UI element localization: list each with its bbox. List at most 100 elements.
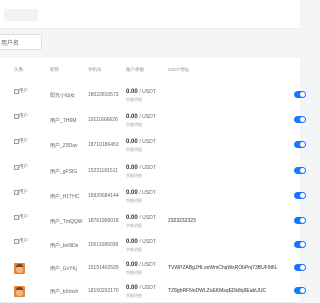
avatar	[14, 286, 25, 297]
balance-detail-link[interactable]: 余额明细	[126, 270, 142, 276]
status-toggle[interactable]	[294, 167, 306, 174]
nickname-cell: 用户_boNDe	[50, 243, 79, 249]
balance-value: 0.00	[126, 285, 138, 291]
table-row: 用户用户_H1THC 15920684144 0.00 / USDT 余额明细	[0, 183, 306, 209]
balance-cell: 0.00 / USDT	[126, 215, 156, 221]
phone-cell: 15511085028	[88, 242, 119, 248]
balance-detail-link[interactable]: 余额明细	[126, 198, 142, 204]
nickname-cell: 用户_Z9Dav	[50, 143, 78, 149]
status-toggle[interactable]	[294, 264, 306, 271]
balance-value: 0.00	[126, 262, 138, 268]
column-header-balance: 账户余额	[126, 67, 144, 72]
table-row: 用户用户_Z9Dav 18710186453 0.00 / USDT 余额明细	[0, 132, 306, 159]
column-header-avatar: 头像	[14, 67, 23, 72]
balance-unit: / USDT	[139, 190, 156, 196]
phone-cell: 18150292170	[88, 288, 119, 294]
balance-detail-link[interactable]: 余额明细	[126, 223, 142, 229]
avatar	[14, 263, 25, 274]
status-toggle[interactable]	[294, 217, 306, 224]
balance-value: 0.00	[126, 190, 138, 196]
nickname-cell: 用户_TmQQW	[50, 219, 83, 225]
balance-value: 0.00	[126, 165, 138, 171]
balance-detail-link[interactable]: 余额明细	[126, 122, 142, 128]
status-toggle[interactable]	[294, 116, 306, 123]
avatar: 用户	[14, 164, 28, 177]
table-row: 用户用户_TmQQW 18761996018 0.00 / USDT 余额明细 2323…	[0, 208, 306, 235]
avatar: 用户	[14, 214, 28, 227]
avatar-alt-text: 用户	[19, 88, 28, 93]
phone-cell: 18761996018	[88, 218, 119, 224]
balance-cell: 0.00 / USDT	[126, 262, 156, 268]
search-username-field[interactable]: 用户名	[0, 34, 42, 50]
table-row: 用户_GvYKj 15151402529 0.00 / USDT 余额明细 TVWPZA…	[0, 256, 306, 281]
avatar-alt-text: 用户	[19, 164, 28, 169]
balance-cell: 0.00 / USDT	[126, 165, 156, 171]
balance-detail-link[interactable]: 余额明细	[126, 173, 142, 179]
table-row: 用户用户_TH6M 19111666626 0.00 / USDT 余额明细	[0, 107, 306, 133]
balance-cell: 0.00 / USDT	[126, 89, 156, 95]
table-row: 用户用户_gFSIG 15231181511 0.00 / USDT 余额明细	[0, 158, 306, 184]
avatar: 用户	[14, 138, 28, 151]
status-toggle[interactable]	[294, 241, 306, 248]
phone-cell: 15151402529	[88, 265, 119, 271]
avatar-alt-text: 用户	[19, 189, 28, 194]
balance-value: 0.00	[126, 239, 138, 245]
balance-unit: / USDT	[139, 239, 156, 245]
balance-cell: 0.00 / USDT	[126, 239, 156, 245]
balance-detail-link[interactable]: 余额明细	[126, 293, 142, 299]
search-username-label: 用户名	[1, 41, 20, 47]
balance-cell: 0.00 / USDT	[126, 139, 156, 145]
avatar-alt-text: 用户	[19, 214, 28, 219]
column-header-phone: 手机号	[88, 67, 102, 72]
balance-unit: / USDT	[139, 262, 156, 268]
status-toggle[interactable]	[294, 192, 306, 199]
balance-unit: / USDT	[139, 215, 156, 221]
usdt-address-cell: TVWPZABgJHLonWmChqWsRObPnj73BUF9t6L	[168, 265, 278, 271]
usdt-address-cell: 2323232323	[168, 218, 196, 224]
balance-unit: / USDT	[139, 89, 156, 95]
balance-cell: 0.00 / USDT	[126, 285, 156, 291]
table-row: 用户阳光小仙女 18022810573 0.00 / USDT 余额明细	[0, 82, 306, 108]
balance-detail-link[interactable]: 余额明细	[126, 147, 142, 153]
balance-detail-link[interactable]: 余额明细	[126, 247, 142, 253]
balance-detail-link[interactable]: 余额明细	[126, 97, 142, 103]
avatar-alt-text: 用户	[19, 138, 28, 143]
top-bar	[0, 0, 300, 29]
balance-cell: 0.00 / USDT	[126, 114, 156, 120]
avatar: 用户	[14, 189, 28, 202]
avatar-alt-text: 用户	[19, 113, 28, 118]
status-toggle[interactable]	[294, 141, 306, 148]
avatar: 用户	[14, 238, 28, 251]
phone-cell: 15920684144	[88, 193, 119, 199]
balance-unit: / USDT	[139, 139, 156, 145]
table-row: 用户 用户_boNDe 15511085028 0.00 / USDT 余额明细	[0, 234, 306, 257]
column-header-nickname: 昵称	[50, 67, 59, 72]
balance-unit: / USDT	[139, 285, 156, 291]
nickname-cell: 用户_GvYKj	[50, 266, 77, 272]
avatar: 用户	[14, 88, 28, 101]
balance-cell: 0.00 / USDT	[126, 190, 156, 196]
column-header-usdt-address: USDT地址	[168, 67, 190, 72]
tab-chip[interactable]	[4, 9, 38, 21]
balance-unit: / USDT	[139, 165, 156, 171]
status-toggle[interactable]	[294, 287, 306, 294]
balance-value: 0.00	[126, 215, 138, 221]
user-table: 头像 昵称 手机号 账户余额 USDT地址 用户 阳光小仙女 18022810573…	[0, 58, 306, 303]
balance-value: 0.00	[126, 89, 138, 95]
balance-value: 0.00	[126, 114, 138, 120]
phone-cell: 18710186453	[88, 142, 119, 148]
usdt-address-cell: TZ8ghRFNnDWLZoEKMsqEDk8q9EabUUC	[168, 288, 267, 294]
phone-cell: 15231181511	[88, 168, 118, 174]
nickname-cell: 用户_gFSIG	[50, 169, 78, 175]
nickname-cell: 阳光小仙女	[50, 93, 76, 99]
nickname-cell: 用户_TH6M	[50, 118, 77, 124]
nickname-cell: 用户_bXmsh	[50, 289, 79, 295]
status-toggle[interactable]	[294, 91, 306, 98]
balance-value: 0.00	[126, 139, 138, 145]
balance-unit: / USDT	[139, 114, 156, 120]
phone-cell: 19111666626	[88, 117, 118, 123]
avatar: 用户	[14, 113, 28, 126]
phone-cell: 18022810573	[88, 92, 119, 98]
table-header: 头像 昵称 手机号 账户余额 USDT地址	[0, 58, 300, 83]
nickname-cell: 用户_H1THC	[50, 194, 80, 200]
